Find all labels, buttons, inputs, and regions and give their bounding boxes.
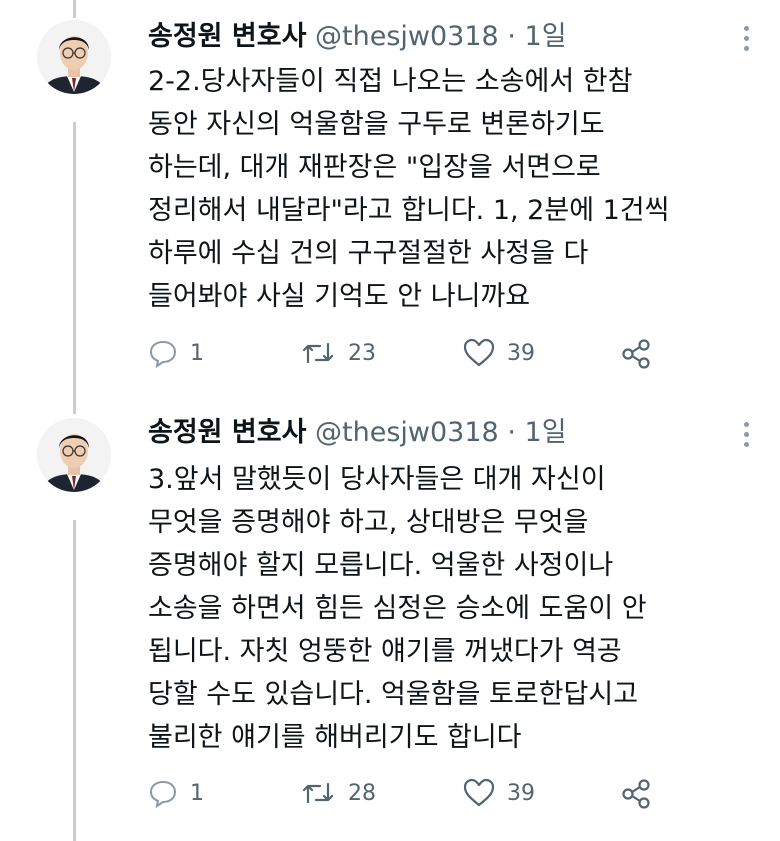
reply-icon <box>148 338 178 368</box>
share-button[interactable] <box>620 778 652 810</box>
author-name[interactable]: 송정원 변호사 <box>148 417 306 448</box>
share-button[interactable] <box>620 338 652 370</box>
reply-count: 1 <box>190 340 204 366</box>
tweet-header: 송정원 변호사 @thesjw0318 · 1일 <box>148 18 567 56</box>
avatar[interactable] <box>37 418 111 492</box>
separator: · <box>507 417 516 448</box>
reply-button[interactable]: 1 <box>148 778 204 808</box>
timestamp[interactable]: 1일 <box>525 417 567 448</box>
reply-button[interactable]: 1 <box>148 338 204 368</box>
thread-line-top <box>73 0 76 18</box>
tweet[interactable]: 송정원 변호사 @thesjw0318 · 1일 2-2.당사자들이 직접 나오… <box>0 18 780 388</box>
more-icon[interactable] <box>742 422 750 448</box>
reply-count: 1 <box>190 780 204 806</box>
more-icon[interactable] <box>742 26 750 52</box>
tweet-actions: 1 28 39 <box>148 778 668 818</box>
tweet-header: 송정원 변호사 @thesjw0318 · 1일 <box>148 414 567 452</box>
author-name[interactable]: 송정원 변호사 <box>148 21 306 52</box>
retweet-button[interactable]: 23 <box>300 338 376 368</box>
share-icon <box>620 338 652 370</box>
retweet-icon <box>300 338 336 368</box>
retweet-icon <box>300 778 336 808</box>
like-count: 39 <box>507 340 535 366</box>
retweet-count: 28 <box>348 780 376 806</box>
like-button[interactable]: 39 <box>463 338 535 368</box>
separator: · <box>507 21 516 52</box>
like-button[interactable]: 39 <box>463 778 535 808</box>
tweet-text: 2-2.당사자들이 직접 나오는 소송에서 한참 동안 자신의 억울함을 구두로… <box>148 66 670 312</box>
tweet[interactable]: 송정원 변호사 @thesjw0318 · 1일 3.앞서 말했듯이 당사자들은… <box>0 414 780 834</box>
timestamp[interactable]: 1일 <box>525 21 567 52</box>
author-handle[interactable]: @thesjw0318 <box>315 417 499 448</box>
retweet-count: 23 <box>348 340 376 366</box>
author-handle[interactable]: @thesjw0318 <box>315 21 499 52</box>
heart-icon <box>463 778 495 808</box>
retweet-button[interactable]: 28 <box>300 778 376 808</box>
like-count: 39 <box>507 780 535 806</box>
share-icon <box>620 778 652 810</box>
avatar[interactable] <box>37 20 111 94</box>
reply-icon <box>148 778 178 808</box>
heart-icon <box>463 338 495 368</box>
tweet-text: 3.앞서 말했듯이 당사자들은 대개 자신이 무엇을 증명해야 하고, 상대방은… <box>148 464 647 753</box>
tweet-actions: 1 23 39 <box>148 338 668 378</box>
